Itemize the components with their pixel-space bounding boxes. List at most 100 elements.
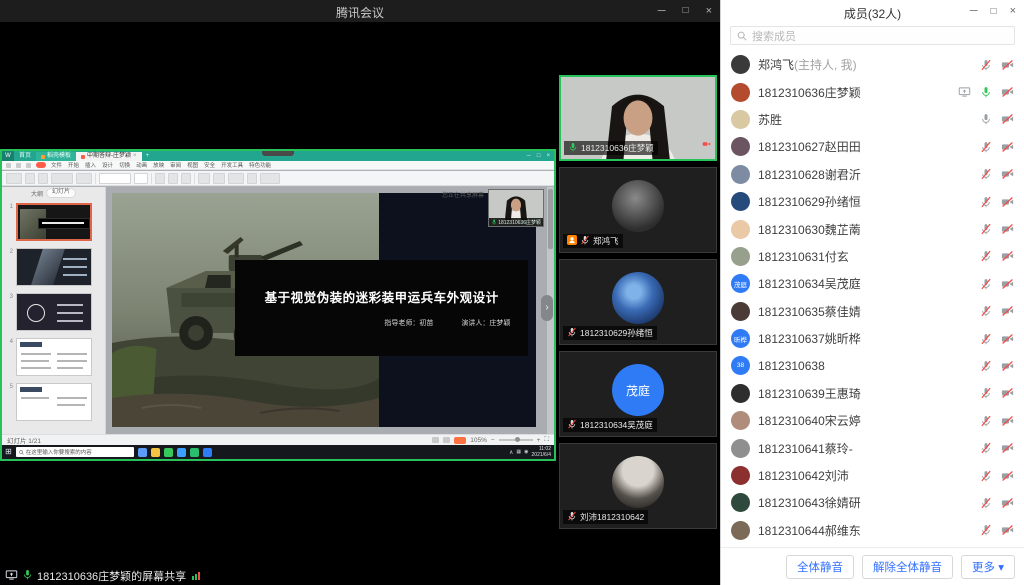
close-icon[interactable]: × bbox=[1010, 5, 1016, 17]
wps-window-controls[interactable]: ─□× bbox=[527, 151, 554, 161]
video-tile[interactable]: 刘沛1812310642 bbox=[559, 443, 717, 529]
mic-icon[interactable] bbox=[980, 470, 992, 482]
camera-off-icon[interactable] bbox=[1001, 415, 1014, 427]
slide-thumbnail[interactable] bbox=[16, 248, 92, 286]
member-row[interactable]: 1812310639王惠琦 bbox=[721, 380, 1024, 407]
wps-menu-item[interactable]: 开始 bbox=[68, 161, 79, 169]
slide-thumbnail-panel[interactable]: 大纲 幻灯片 1 2 3 4 5 bbox=[2, 187, 106, 434]
zoom-in-icon[interactable]: + bbox=[537, 437, 541, 444]
slide-thumbnail[interactable] bbox=[16, 203, 92, 241]
system-tray[interactable]: ∧▦◉ 11:02 2021/6/4 bbox=[509, 446, 551, 458]
member-row[interactable]: 茂庭 1812310634吴茂庭 bbox=[721, 270, 1024, 297]
mute-all-button[interactable]: 全体静音 bbox=[786, 555, 854, 579]
camera-off-icon[interactable] bbox=[1001, 86, 1014, 98]
wps-menu-item[interactable]: 动画 bbox=[136, 161, 147, 169]
member-row[interactable]: 1812310631付玄 bbox=[721, 243, 1024, 270]
video-tile[interactable]: 1812310636庄梦颖 bbox=[559, 75, 717, 161]
tab-outline[interactable]: 大纲 bbox=[31, 189, 43, 198]
slide-thumbnail[interactable] bbox=[16, 338, 92, 376]
close-tab-icon[interactable]: × bbox=[133, 152, 137, 161]
mic-icon[interactable] bbox=[980, 59, 992, 71]
camera-off-icon[interactable] bbox=[1001, 113, 1014, 125]
ribbon-tool[interactable] bbox=[51, 173, 73, 184]
new-tab-button[interactable]: + bbox=[142, 151, 154, 161]
ribbon-tool[interactable] bbox=[168, 173, 178, 184]
wps-menu-item[interactable]: 开发工具 bbox=[221, 161, 243, 169]
maximize-icon[interactable]: □ bbox=[991, 6, 997, 17]
start-button[interactable]: ⊞ bbox=[5, 445, 12, 459]
ribbon-tool[interactable] bbox=[260, 173, 280, 184]
mic-icon[interactable] bbox=[980, 524, 992, 536]
mic-icon[interactable] bbox=[980, 168, 992, 180]
play-button[interactable] bbox=[454, 437, 466, 444]
play-slideshow-icon[interactable] bbox=[36, 162, 46, 168]
ribbon-tool[interactable] bbox=[134, 173, 148, 184]
sorter-view-icon[interactable] bbox=[443, 437, 450, 443]
wps-menu-item[interactable]: 视图 bbox=[187, 161, 198, 169]
camera-off-icon[interactable] bbox=[1001, 442, 1014, 454]
mic-icon[interactable] bbox=[980, 223, 992, 235]
mic-icon[interactable] bbox=[980, 250, 992, 262]
camera-off-icon[interactable] bbox=[1001, 278, 1014, 290]
mic-icon[interactable] bbox=[980, 113, 992, 125]
wps-menu-item[interactable]: 设计 bbox=[102, 161, 113, 169]
taskbar-app-icon[interactable] bbox=[203, 448, 212, 457]
ribbon-tool[interactable] bbox=[247, 173, 257, 184]
camera-off-icon[interactable] bbox=[1001, 223, 1014, 235]
camera-off-icon[interactable] bbox=[1001, 250, 1014, 262]
slide-thumbnail[interactable] bbox=[16, 293, 92, 331]
taskbar-app-icon[interactable] bbox=[177, 448, 186, 457]
taskbar-app-icon[interactable] bbox=[190, 448, 199, 457]
wps-tab[interactable]: 首页 bbox=[14, 152, 36, 161]
shared-screen[interactable]: W 首页 稻壳模板 中期答辩-庄梦颖× + ─□× 文件开始插入设计切换动画放映… bbox=[0, 149, 556, 461]
normal-view-icon[interactable] bbox=[432, 437, 439, 443]
member-row[interactable]: 1812310629孙绪恒 bbox=[721, 188, 1024, 215]
ribbon-tool[interactable] bbox=[228, 173, 244, 184]
wps-menu-item[interactable]: 切换 bbox=[119, 161, 130, 169]
close-icon[interactable]: × bbox=[706, 6, 712, 17]
video-tile[interactable]: 茂庭 1812310634吴茂庭 bbox=[559, 351, 717, 437]
camera-off-icon[interactable] bbox=[1001, 196, 1014, 208]
mic-icon[interactable] bbox=[980, 442, 992, 454]
member-row[interactable]: 苏胜 bbox=[721, 106, 1024, 133]
video-tile[interactable]: 1812310629孙绪恒 bbox=[559, 259, 717, 345]
member-row[interactable]: 1812310628谢君沂 bbox=[721, 161, 1024, 188]
camera-off-icon[interactable] bbox=[1001, 168, 1014, 180]
camera-off-icon[interactable] bbox=[1001, 333, 1014, 345]
minimize-icon[interactable]: ─ bbox=[970, 5, 978, 17]
wps-menu-item[interactable]: 安全 bbox=[204, 161, 215, 169]
member-row[interactable]: 1812310643徐婧研 bbox=[721, 489, 1024, 516]
wps-tab[interactable]: 中期答辩-庄梦颖× bbox=[76, 152, 142, 161]
camera-off-icon[interactable] bbox=[1001, 497, 1014, 509]
zoom-slider[interactable] bbox=[499, 439, 533, 441]
camera-off-icon[interactable] bbox=[1001, 59, 1014, 71]
member-row[interactable]: 1812310640宋云婷 bbox=[721, 407, 1024, 434]
wps-menu-item[interactable]: 插入 bbox=[85, 161, 96, 169]
hamburger-icon[interactable] bbox=[6, 163, 11, 168]
slide-canvas[interactable]: 基于视觉伪装的迷彩装甲运兵车外观设计 指导老师：初苗 演讲人：庄梦颖 您正在共享… bbox=[106, 187, 554, 434]
ribbon-tool[interactable] bbox=[213, 173, 225, 184]
camera-off-icon[interactable] bbox=[1001, 305, 1014, 317]
share-toolbar-handle[interactable] bbox=[262, 151, 294, 156]
member-row[interactable]: 1812310630魏芷萳 bbox=[721, 215, 1024, 242]
wps-tab[interactable]: 稻壳模板 bbox=[36, 152, 76, 161]
taskbar-app-icon[interactable] bbox=[151, 448, 160, 457]
mic-icon[interactable] bbox=[980, 497, 992, 509]
mic-icon[interactable] bbox=[980, 141, 992, 153]
mic-icon[interactable] bbox=[980, 278, 992, 290]
member-row[interactable]: 昕桦 1812310637姚昕桦 bbox=[721, 325, 1024, 352]
mic-icon[interactable] bbox=[980, 305, 992, 317]
camera-off-icon[interactable] bbox=[1001, 141, 1014, 153]
taskbar-search[interactable]: 在这里输入你要搜索的内容 bbox=[16, 447, 134, 457]
print-icon[interactable] bbox=[26, 163, 31, 168]
slide-thumbnail[interactable] bbox=[16, 383, 92, 421]
wps-menu-item[interactable]: 特色功能 bbox=[249, 161, 271, 169]
presenter-camera-overlay[interactable]: 1812310636庄梦颖 bbox=[488, 189, 544, 227]
maximize-icon[interactable]: □ bbox=[683, 6, 689, 16]
more-button[interactable]: 更多 ▾ bbox=[961, 555, 1015, 579]
minimize-icon[interactable]: ─ bbox=[658, 6, 666, 17]
taskbar-app-icon[interactable] bbox=[164, 448, 173, 457]
fit-icon[interactable]: ⛶ bbox=[544, 436, 549, 444]
ribbon-tool[interactable] bbox=[155, 173, 165, 184]
ribbon-tool[interactable] bbox=[198, 173, 210, 184]
